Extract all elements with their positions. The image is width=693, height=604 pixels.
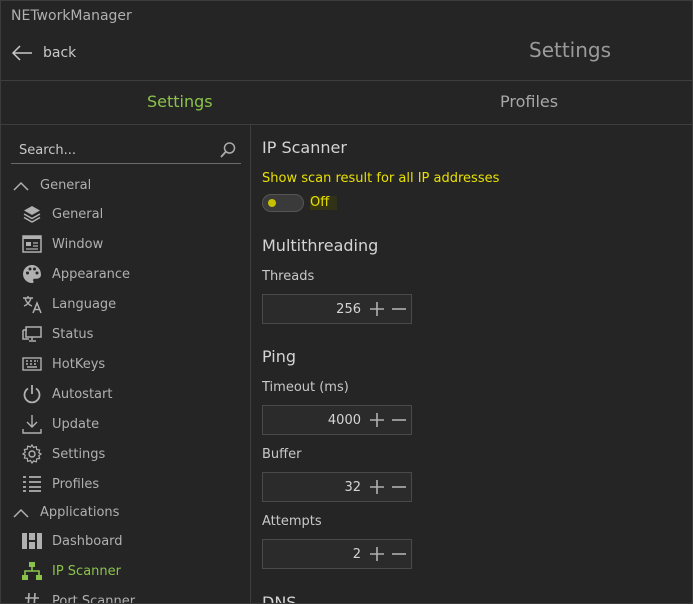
sidebar-item-settings[interactable]: Settings [21,443,105,465]
increment-button[interactable] [367,410,387,430]
back-label: back [43,45,77,61]
search-box [11,138,241,164]
buffer-label: Buffer [262,447,302,462]
sidebar-item-port-scanner[interactable]: Port Scanner [21,590,136,604]
sidebar-item-general[interactable]: General [21,203,103,225]
timeout-stepper[interactable]: 4000 [262,405,412,435]
tab-profiles[interactable]: Profiles [500,92,558,111]
translate-icon [21,293,43,315]
download-icon [21,413,43,435]
sidebar-item-label: Appearance [52,266,131,282]
sidebar-item-profiles[interactable]: Profiles [21,473,99,495]
timeout-value[interactable]: 4000 [263,413,367,428]
power-icon [21,383,43,405]
section-title-multithreading: Multithreading [262,236,379,255]
section-title-ping: Ping [262,347,297,366]
toggle-knob [268,199,276,207]
minus-icon [392,308,406,310]
sidebar-item-label: Profiles [52,476,100,492]
gear-icon [21,443,43,465]
section-title-ip-scanner: IP Scanner [262,138,347,157]
sidebar-item-label: Window [52,236,104,252]
increment-button[interactable] [367,544,387,564]
attempts-label: Attempts [262,514,322,529]
search-input[interactable] [11,138,211,162]
arrow-left-icon [11,45,32,61]
sidebar-item-label: Update [52,416,100,432]
sidebar-item-autostart[interactable]: Autostart [21,383,112,405]
sidebar-item-label: Autostart [52,386,113,402]
plus-icon [370,547,384,561]
show-all-results-toggle[interactable]: Off [262,194,338,212]
show-all-results-label: Show scan result for all IP addresses [262,171,500,186]
monitor-icon [21,323,43,345]
hash-icon [21,590,43,603]
decrement-button[interactable] [389,477,409,497]
window-icon [21,233,43,255]
threads-value[interactable]: 256 [263,302,367,317]
minus-icon [392,486,406,488]
minus-icon [392,553,406,555]
minus-icon [392,419,406,421]
attempts-stepper[interactable]: 2 [262,539,412,569]
app-title: NETworkManager [11,8,132,24]
plus-icon [370,480,384,494]
tab-bar: Settings Profiles [1,80,692,124]
sidebar-item-label: IP Scanner [52,563,121,579]
tab-settings[interactable]: Settings [147,92,213,111]
group-label: General [40,178,92,193]
search-icon[interactable] [219,141,237,163]
increment-button[interactable] [367,299,387,319]
title-bar: NETworkManager [1,1,692,33]
sidebar-item-label: Settings [52,446,106,462]
layers-icon [21,203,43,225]
buffer-stepper[interactable]: 32 [262,472,412,502]
sidebar-item-ip-scanner[interactable]: IP Scanner [21,560,121,582]
back-button[interactable]: back [11,45,76,61]
sidebar-item-label: Dashboard [52,533,123,549]
sidebar-item-dashboard[interactable]: Dashboard [21,530,123,552]
toggle-state: Off [310,196,338,210]
section-title-dns: DNS [262,593,297,604]
attempts-value[interactable]: 2 [263,547,367,562]
dashboard-icon [21,530,43,552]
app-window: NETworkManager back Settings Settings Pr… [0,0,693,604]
chevron-up-icon [13,508,29,518]
sidebar-item-label: Status [52,326,94,342]
chevron-up-icon [13,181,29,191]
threads-label: Threads [262,269,315,284]
sidebar-item-update[interactable]: Update [21,413,99,435]
sidebar-item-label: General [52,206,104,222]
decrement-button[interactable] [389,544,409,564]
sidebar-item-label: HotKeys [52,356,106,372]
buffer-value[interactable]: 32 [263,480,367,495]
group-applications-header[interactable]: Applications [13,505,119,520]
group-label: Applications [40,505,120,520]
decrement-button[interactable] [389,410,409,430]
page-title: Settings [529,38,612,62]
sidebar-item-language[interactable]: Language [21,293,116,315]
settings-content: IP Scanner Show scan result for all IP a… [252,125,692,604]
timeout-label: Timeout (ms) [262,380,349,395]
sidebar-item-appearance[interactable]: Appearance [21,263,130,285]
toggle-track [262,194,304,212]
palette-icon [21,263,43,285]
plus-icon [370,413,384,427]
settings-sidebar: General General Window Appearance Langua… [1,125,251,604]
sidebar-item-status[interactable]: Status [21,323,93,345]
sidebar-item-window[interactable]: Window [21,233,103,255]
network-icon [21,560,43,582]
keyboard-icon [21,353,43,375]
sidebar-item-hotkeys[interactable]: HotKeys [21,353,105,375]
plus-icon [370,302,384,316]
list-icon [21,473,43,495]
sidebar-item-label: Language [52,296,117,312]
sidebar-item-label: Port Scanner [52,593,136,604]
decrement-button[interactable] [389,299,409,319]
header: back Settings [1,33,692,80]
increment-button[interactable] [367,477,387,497]
threads-stepper[interactable]: 256 [262,294,412,324]
group-general-header[interactable]: General [13,178,91,193]
